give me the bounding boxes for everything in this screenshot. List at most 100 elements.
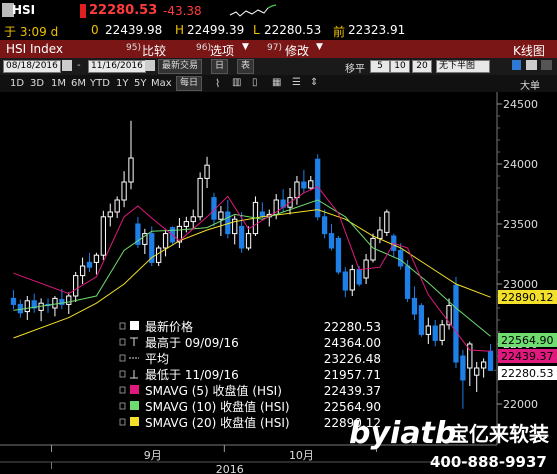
period-toolbar: 1D 3D 1M 6M YTD 1Y 5Y Max 每日 ⌇ ▥ ▯ ▦ ☰ ⇕… [0, 75, 557, 92]
candle-down [17, 303, 24, 314]
settings-toolbar: 08/18/2016 - 11/16/2016 最新交易 日 表 移平 5 10… [0, 58, 557, 75]
compare-menu[interactable]: 比较 [142, 42, 166, 59]
watermark-cn: 宝亿来软装 [449, 422, 549, 446]
scale-icon[interactable]: ⇕ [310, 77, 318, 88]
modify-menu[interactable]: 修改 [285, 42, 309, 59]
low-value: 22280.53 [264, 23, 322, 37]
period-1y[interactable]: 1Y [116, 78, 128, 89]
x-year-label: 2016 [216, 463, 244, 474]
grid-icon[interactable]: ▦ [272, 77, 281, 88]
table-button[interactable]: 表 [237, 59, 255, 74]
legend-swatch [130, 401, 139, 410]
legend-label: 最新价格 [145, 319, 193, 334]
color-icon[interactable] [512, 60, 521, 70]
candle-down [398, 249, 404, 267]
date-separator: - [77, 60, 81, 71]
legend-value: 22564.90 [324, 400, 381, 414]
price-chart[interactable]: 2200022500230002350024000245009月10月20162… [0, 92, 557, 474]
price-change: -43.38 [163, 4, 202, 18]
period-5y[interactable]: 5Y [134, 78, 146, 89]
high-value: 22499.39 [187, 23, 245, 37]
candle-up [52, 297, 58, 309]
x-tick-label: 9月 [144, 449, 162, 462]
latest-trade-dropdown[interactable]: 最新交易 [158, 59, 203, 74]
prev-label: 前 [333, 25, 346, 39]
period-1d[interactable]: 1D [10, 78, 24, 89]
candle-up [294, 181, 300, 199]
candle-up [100, 216, 106, 256]
period-ytd[interactable]: YTD [90, 78, 110, 89]
legend-label: 最低于 11/09/16 [145, 368, 239, 382]
chevron-down-icon[interactable]: ▼ [242, 42, 249, 52]
moving-avg-label: 移平 [345, 64, 365, 75]
candle-down [238, 225, 245, 249]
candle-down [259, 211, 266, 218]
candle-down [342, 271, 348, 291]
legend-label: 最高于 09/09/16 [145, 335, 239, 350]
candle-down [487, 350, 494, 371]
candle-up [377, 229, 383, 239]
y-tick-label: 22000 [503, 398, 538, 411]
ma-period-2[interactable]: 10 [390, 60, 410, 73]
candle-down [86, 261, 93, 268]
candle-up [66, 295, 72, 305]
candle-down [460, 355, 466, 381]
period-6m[interactable]: 6M [71, 78, 86, 89]
candle-up [128, 157, 134, 183]
x-tick-label: 10月 [289, 449, 314, 462]
legend-value: 23226.48 [324, 352, 381, 366]
period-3d[interactable]: 3D [30, 78, 44, 89]
index-name[interactable]: HSI Index [6, 42, 63, 56]
y-tick-label: 24000 [503, 158, 538, 171]
calendar-icon[interactable] [62, 60, 72, 71]
candle-up [24, 300, 30, 313]
toggle-icon[interactable] [541, 60, 552, 70]
big-chart-button[interactable]: 大单 [520, 77, 540, 92]
candle-up [349, 269, 355, 291]
candle-down [335, 237, 342, 273]
legend-value: 22439.37 [324, 384, 381, 398]
high-label: H [175, 23, 185, 37]
candle-up [107, 211, 113, 218]
frequency-dropdown[interactable]: 每日 [176, 76, 203, 91]
watermark-brand: byiatb [349, 416, 456, 451]
bar-chart-icon[interactable]: ▥ [232, 77, 241, 88]
candle-down [404, 265, 411, 299]
options-menu[interactable]: 选项 [210, 42, 234, 59]
candle-up [245, 233, 252, 249]
ma-period-1[interactable]: 5 [370, 60, 390, 73]
compare-num: 95) [126, 43, 141, 53]
date-from-field[interactable]: 08/18/2016 [3, 60, 61, 73]
y-tick-label: 24500 [503, 98, 538, 111]
candle-up [474, 367, 480, 376]
kline-label[interactable]: K线图 [513, 42, 545, 59]
bloomberg-chart-window: HSI 22280.53 -43.38 于 3:09 d 0 22439.98 … [0, 0, 557, 474]
daily-dropdown[interactable]: 日 [211, 59, 229, 74]
quote-bar: HSI 22280.53 -43.38 [0, 0, 557, 22]
date-to-field[interactable]: 11/16/2016 [88, 60, 146, 73]
legend-swatch [130, 417, 139, 426]
candle-up [197, 177, 203, 218]
candle-up [425, 325, 431, 335]
candle-up [79, 265, 86, 277]
period-1m[interactable]: 1M [51, 78, 66, 89]
calendar-icon[interactable] [145, 60, 155, 71]
candle-up [370, 237, 376, 261]
ticker-label[interactable]: HSI [12, 3, 35, 17]
candle-down [418, 305, 425, 335]
menu-bar: HSI Index 95) 比较 96) 选项 ▼ 97) 修改 ▼ K线图 [0, 40, 557, 58]
period-max[interactable]: Max [151, 78, 172, 89]
candle-up [121, 181, 127, 201]
candle-up [480, 361, 487, 369]
last-price: 22280.53 [89, 3, 158, 18]
candle-down [301, 181, 307, 189]
line-chart-icon[interactable]: ⌇ [215, 77, 220, 90]
chevron-down-icon[interactable]: ▼ [316, 42, 323, 52]
legend-icon[interactable]: ☰ [292, 77, 301, 88]
settings-icon[interactable] [526, 60, 537, 70]
ma-period-3[interactable]: 20 [412, 60, 432, 73]
bottom-panel-select[interactable]: 无下半图 [436, 60, 490, 73]
candle-icon[interactable]: ▯ [252, 77, 258, 88]
legend-label: SMAVG (5) 收盘值 (HSI) [145, 383, 282, 398]
candle-up [162, 233, 169, 249]
